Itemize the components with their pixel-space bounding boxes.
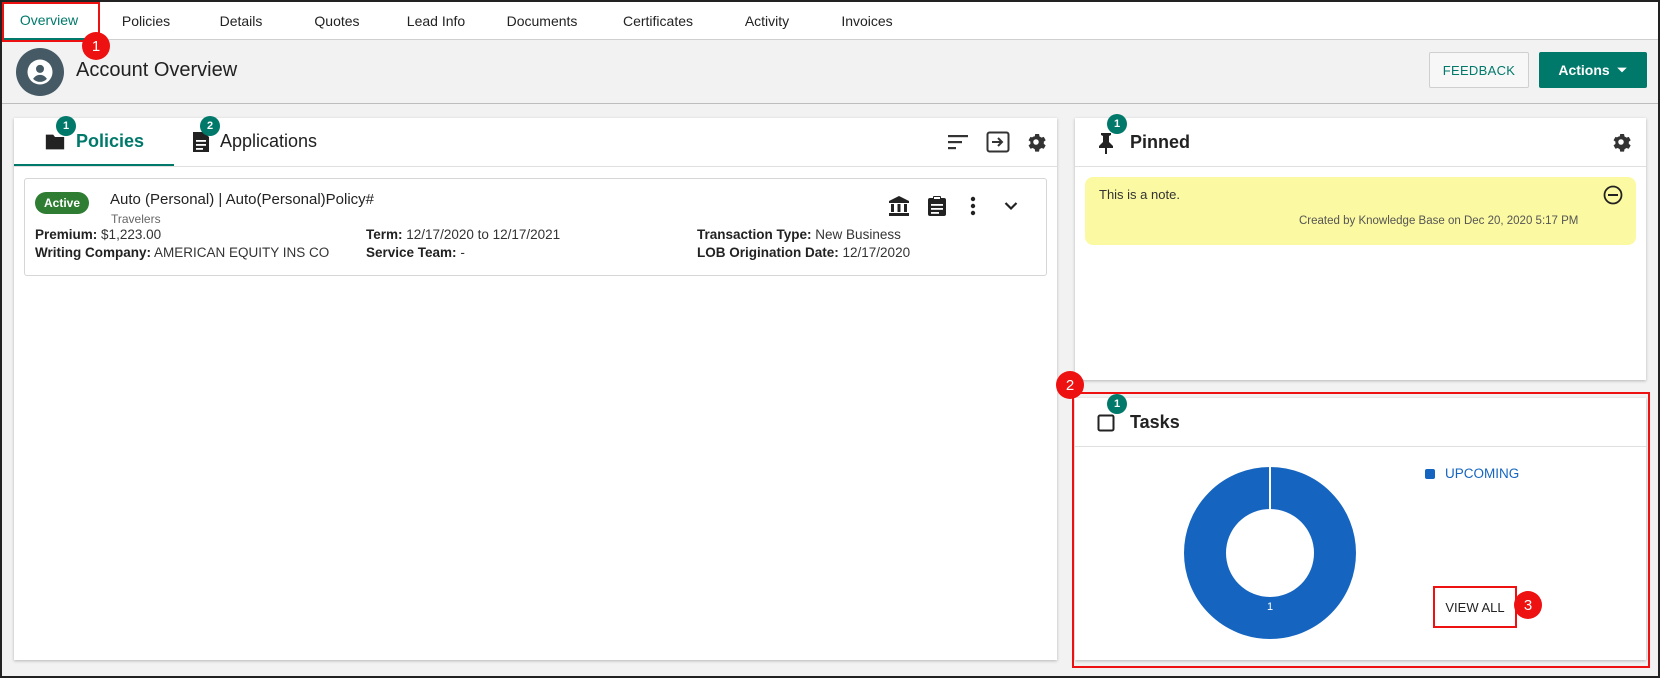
applications-tab-label: Applications [220, 131, 318, 151]
annotation-marker-2: 2 [1056, 371, 1084, 399]
pinned-title: Pinned [1130, 132, 1191, 152]
tab-overview[interactable]: Overview [2, 2, 96, 40]
policies-panel: 1 Policies 2 Applications Active Auto (P… [14, 116, 1057, 660]
policies-count-badge: 1 [56, 116, 76, 136]
note-text: This is a note. [1099, 187, 1180, 202]
tasks-panel: 1 Tasks 1 UPCOMING VIEW ALL [1075, 394, 1646, 660]
pinned-count-badge: 1 [1107, 114, 1127, 134]
account-avatar-icon [16, 48, 64, 96]
checkbox-icon [1097, 414, 1115, 432]
panel-divider [1075, 446, 1646, 447]
annotation-marker-3: 3 [1514, 591, 1542, 619]
note-meta: Created by Knowledge Base on Dec 20, 202… [1299, 215, 1579, 227]
tasks-donut-chart: 1 [1184, 463, 1356, 639]
legend-label: UPCOMING [1445, 466, 1520, 481]
actions-button[interactable]: Actions [1539, 52, 1647, 88]
annotation-marker-1: 1 [82, 32, 110, 60]
chart-legend[interactable]: UPCOMING [1425, 466, 1519, 481]
export-icon[interactable] [984, 128, 1012, 156]
caret-down-icon [1616, 67, 1627, 73]
gear-icon[interactable] [1607, 128, 1635, 156]
feedback-button[interactable]: FEEDBACK [1429, 52, 1529, 88]
tab-policies-list[interactable]: 1 Policies [14, 116, 174, 166]
tab-policies[interactable]: Policies [96, 2, 196, 40]
pin-icon [1099, 133, 1113, 154]
clipboard-icon[interactable] [923, 192, 951, 220]
panel-divider [1075, 166, 1646, 167]
unpin-icon[interactable] [1599, 181, 1627, 209]
status-badge: Active [35, 192, 89, 214]
gear-icon[interactable] [1022, 128, 1050, 156]
tab-quotes[interactable]: Quotes [286, 2, 388, 40]
premium-field: Premium: $1,223.00 [35, 227, 162, 242]
tab-invoices[interactable]: Invoices [818, 2, 916, 40]
pinned-panel: 1 Pinned This is a note. Created by Know… [1075, 114, 1646, 380]
tab-activity[interactable]: Activity [716, 2, 818, 40]
policy-title[interactable]: Auto (Personal) | Auto(Personal)Policy# [110, 191, 374, 208]
tab-applications[interactable]: 2 Applications [174, 116, 364, 166]
tab-details[interactable]: Details [196, 2, 286, 40]
lob-origination-field: LOB Origination Date: 12/17/2020 [697, 245, 911, 260]
actions-button-label: Actions [1558, 62, 1610, 78]
bank-icon[interactable] [885, 192, 913, 220]
tab-certificates[interactable]: Certificates [600, 2, 716, 40]
writing-company-field: Writing Company: AMERICAN EQUITY INS CO [35, 245, 330, 260]
term-field: Term: 12/17/2020 to 12/17/2021 [366, 227, 561, 242]
panel-divider [14, 166, 1057, 167]
policies-tab-label: Policies [76, 131, 145, 151]
more-vert-icon[interactable] [959, 192, 987, 220]
top-nav: Overview Policies Details Quotes Lead In… [2, 2, 1658, 40]
tasks-count-badge: 1 [1107, 394, 1127, 414]
view-all-button[interactable]: VIEW ALL [1433, 586, 1517, 628]
page-header: Account Overview FEEDBACK Actions [2, 40, 1658, 104]
chevron-down-icon[interactable] [997, 192, 1025, 220]
policy-carrier: Travelers [111, 212, 161, 226]
sort-icon[interactable] [944, 128, 972, 156]
transaction-type-field: Transaction Type: New Business [697, 227, 901, 242]
tab-lead-info[interactable]: Lead Info [388, 2, 484, 40]
policy-card[interactable]: Active Auto (Personal) | Auto(Personal)P… [24, 178, 1047, 276]
slice-value-label: 1 [1267, 601, 1273, 613]
legend-swatch [1425, 468, 1435, 479]
tab-documents[interactable]: Documents [484, 2, 600, 40]
service-team-field: Service Team: - [366, 245, 465, 260]
tasks-title: Tasks [1130, 412, 1180, 432]
applications-count-badge: 2 [200, 116, 220, 136]
page-title: Account Overview [76, 59, 238, 81]
pinned-note: This is a note. Created by Knowledge Bas… [1085, 177, 1636, 245]
